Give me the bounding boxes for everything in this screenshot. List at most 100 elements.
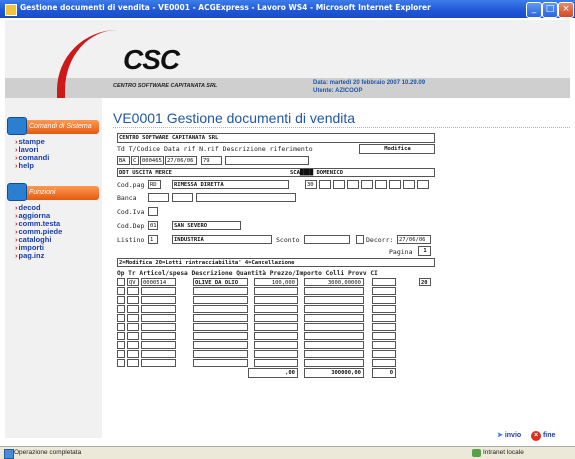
line-price-field[interactable] bbox=[304, 332, 364, 340]
coddep-field[interactable]: 01 bbox=[148, 221, 158, 230]
line-price-field[interactable] bbox=[304, 341, 364, 349]
line-description-field[interactable] bbox=[193, 350, 248, 358]
line-description-field[interactable] bbox=[193, 314, 248, 322]
codpag-field[interactable]: RD bbox=[148, 180, 161, 189]
line-article-field[interactable] bbox=[141, 341, 176, 349]
line-description-field[interactable] bbox=[193, 332, 248, 340]
line-tr-field[interactable] bbox=[127, 359, 139, 367]
line-description-field[interactable] bbox=[193, 305, 248, 313]
line-article-field[interactable] bbox=[141, 305, 176, 313]
line-colli-field[interactable] bbox=[372, 305, 396, 313]
line-tr-field[interactable] bbox=[127, 296, 139, 304]
line-tr-field[interactable]: QV bbox=[127, 278, 139, 286]
doc-code-field[interactable]: 000465 bbox=[140, 156, 164, 165]
line-op-field[interactable] bbox=[117, 287, 125, 295]
sconto-field[interactable] bbox=[304, 235, 350, 244]
line-tr-field[interactable] bbox=[127, 341, 139, 349]
line-colli-field[interactable] bbox=[372, 332, 396, 340]
line-description-field[interactable] bbox=[193, 287, 248, 295]
codpag-days-field-2[interactable] bbox=[319, 180, 331, 189]
line-colli-field[interactable] bbox=[372, 359, 396, 367]
line-quantity-field[interactable] bbox=[254, 296, 298, 304]
codpag-days-field-7[interactable] bbox=[389, 180, 401, 189]
line-op-field[interactable] bbox=[117, 305, 125, 313]
doc-reference-desc-field[interactable] bbox=[225, 156, 309, 165]
line-article-field[interactable] bbox=[141, 359, 176, 367]
invio-button[interactable]: ➤ invio bbox=[497, 431, 521, 439]
line-quantity-field[interactable] bbox=[254, 314, 298, 322]
line-price-field[interactable] bbox=[304, 296, 364, 304]
banca-desc-field[interactable] bbox=[196, 193, 296, 202]
line-op-field[interactable] bbox=[117, 296, 125, 304]
line-tr-field[interactable] bbox=[127, 323, 139, 331]
codpag-days-field-4[interactable] bbox=[347, 180, 359, 189]
line-price-field[interactable] bbox=[304, 350, 364, 358]
sidebar-link-pag-inz[interactable]: pag.inz bbox=[15, 252, 45, 260]
line-quantity-field[interactable]: 100,000 bbox=[254, 278, 298, 286]
line-quantity-field[interactable] bbox=[254, 359, 298, 367]
line-colli-field[interactable] bbox=[372, 287, 396, 295]
line-colli-field[interactable] bbox=[372, 323, 396, 331]
codpag-days-field-8[interactable] bbox=[403, 180, 415, 189]
line-colli-field[interactable] bbox=[372, 278, 396, 286]
line-op-field[interactable] bbox=[117, 314, 125, 322]
line-quantity-field[interactable] bbox=[254, 305, 298, 313]
line-article-field[interactable] bbox=[141, 332, 176, 340]
close-button[interactable]: × bbox=[558, 2, 574, 18]
line-description-field[interactable] bbox=[193, 296, 248, 304]
line-description-field[interactable] bbox=[193, 359, 248, 367]
line-quantity-field[interactable] bbox=[254, 332, 298, 340]
doc-date-field[interactable]: 27/06/06 bbox=[165, 156, 197, 165]
doc-t-field[interactable]: C bbox=[131, 156, 139, 165]
line-article-field[interactable] bbox=[141, 296, 176, 304]
line-colli-field[interactable] bbox=[372, 350, 396, 358]
line-op-field[interactable] bbox=[117, 350, 125, 358]
line-article-field[interactable] bbox=[141, 314, 176, 322]
line-op-field[interactable] bbox=[117, 278, 125, 286]
line-quantity-field[interactable] bbox=[254, 350, 298, 358]
sidebar-link-help[interactable]: help bbox=[15, 162, 34, 170]
line-description-field[interactable] bbox=[193, 341, 248, 349]
codpag-days-field-6[interactable] bbox=[375, 180, 387, 189]
line-price-field[interactable] bbox=[304, 305, 364, 313]
fine-button[interactable]: × fine bbox=[531, 431, 555, 441]
minimize-button[interactable]: _ bbox=[526, 2, 542, 18]
line-op-field[interactable] bbox=[117, 359, 125, 367]
line-article-field[interactable]: 0000514 bbox=[141, 278, 176, 286]
line-quantity-field[interactable] bbox=[254, 323, 298, 331]
line-article-field[interactable] bbox=[141, 350, 176, 358]
line-quantity-field[interactable] bbox=[254, 287, 298, 295]
line-tr-field[interactable] bbox=[127, 350, 139, 358]
line-tr-field[interactable] bbox=[127, 305, 139, 313]
line-description-field[interactable]: OLIVE DA OLIO bbox=[193, 278, 248, 286]
line-price-field[interactable] bbox=[304, 323, 364, 331]
line-quantity-field[interactable] bbox=[254, 341, 298, 349]
doc-nrif-field[interactable]: 79 bbox=[201, 156, 222, 165]
codiva-field[interactable] bbox=[148, 207, 158, 216]
codpag-days-field-9[interactable] bbox=[417, 180, 429, 189]
sconto-flag-checkbox[interactable] bbox=[356, 235, 364, 244]
decorr-field[interactable]: 27/06/06 bbox=[397, 235, 431, 244]
line-price-field[interactable] bbox=[304, 287, 364, 295]
line-colli-field[interactable] bbox=[372, 341, 396, 349]
line-tr-field[interactable] bbox=[127, 287, 139, 295]
line-price-field[interactable]: 3000,00000 bbox=[304, 278, 364, 286]
banca-cab-field[interactable] bbox=[172, 193, 193, 202]
line-op-field[interactable] bbox=[117, 341, 125, 349]
line-colli-field[interactable] bbox=[372, 296, 396, 304]
listino-field[interactable]: 1 bbox=[148, 235, 158, 244]
line-description-field[interactable] bbox=[193, 323, 248, 331]
doc-td-field[interactable]: BA bbox=[117, 156, 130, 165]
line-price-field[interactable] bbox=[304, 359, 364, 367]
banca-abi-field[interactable] bbox=[148, 193, 169, 202]
line-price-field[interactable] bbox=[304, 314, 364, 322]
line-article-field[interactable] bbox=[141, 287, 176, 295]
codpag-days-field-3[interactable] bbox=[333, 180, 345, 189]
maximize-button[interactable]: □ bbox=[542, 2, 558, 18]
line-tr-field[interactable] bbox=[127, 314, 139, 322]
codpag-days-field-5[interactable] bbox=[361, 180, 373, 189]
line-ci-field[interactable]: 20 bbox=[419, 278, 431, 286]
line-op-field[interactable] bbox=[117, 323, 125, 331]
line-colli-field[interactable] bbox=[372, 314, 396, 322]
line-article-field[interactable] bbox=[141, 323, 176, 331]
